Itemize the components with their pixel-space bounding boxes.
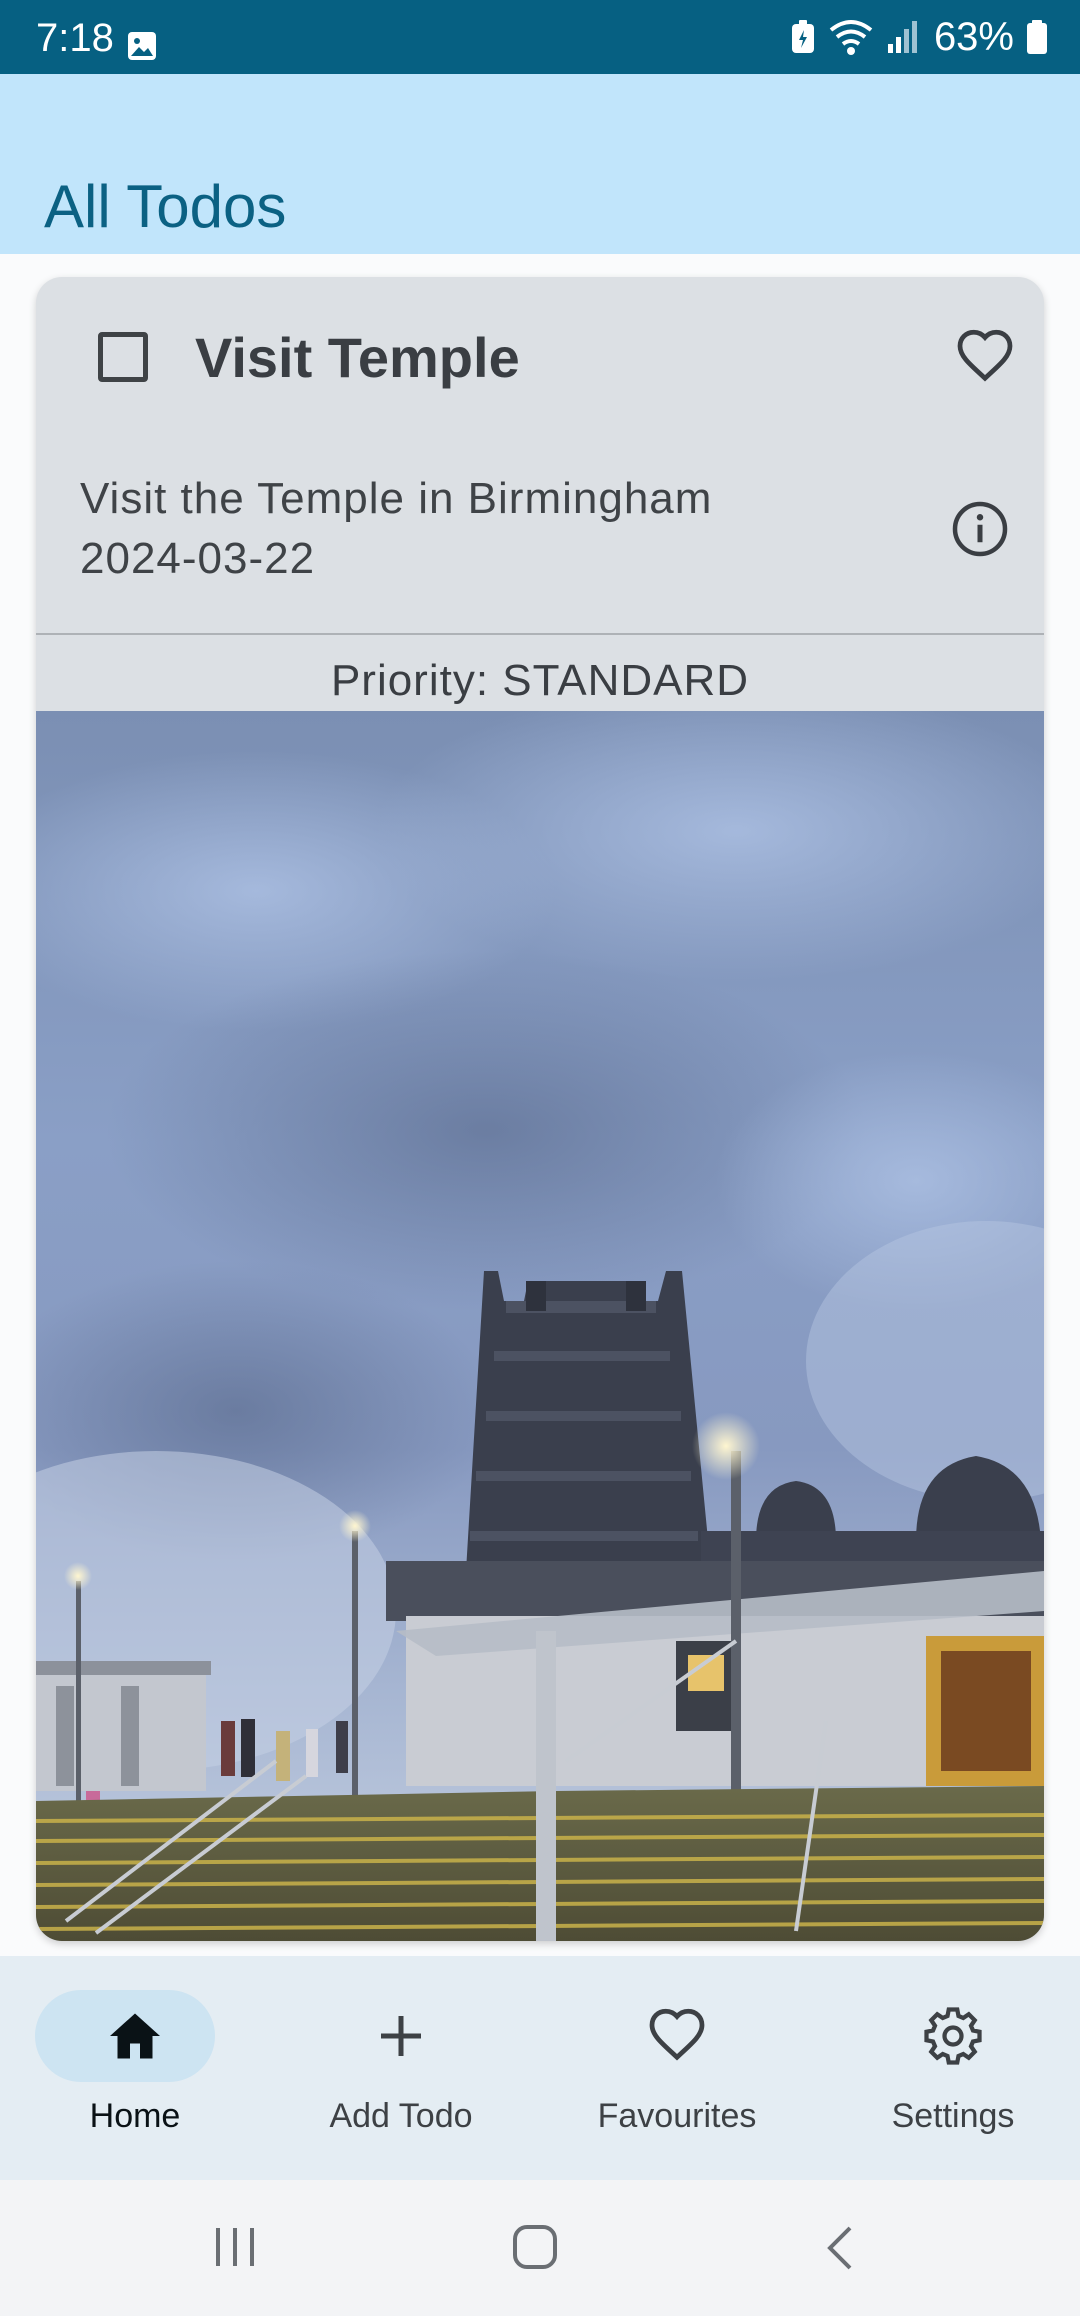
card-divider xyxy=(36,633,1044,635)
todo-checkbox[interactable] xyxy=(98,332,148,382)
nav-favourites[interactable]: Favourites xyxy=(542,1956,812,2180)
app-bar: All Todos xyxy=(0,74,1080,254)
gear-icon xyxy=(924,2007,982,2065)
status-bar: 7:18 63% xyxy=(0,0,1080,74)
battery-percent: 63% xyxy=(933,15,1014,59)
page-title: All Todos xyxy=(44,173,287,241)
info-icon[interactable] xyxy=(950,499,1010,559)
temple-photo xyxy=(36,711,1044,1941)
back-icon[interactable] xyxy=(820,2224,860,2272)
nav-settings-label: Settings xyxy=(891,2097,1015,2135)
status-icons: 63% xyxy=(790,14,1048,60)
plus-icon xyxy=(381,2016,421,2056)
nav-home-label: Home xyxy=(89,2097,181,2135)
gallery-icon xyxy=(128,32,156,60)
heart-icon xyxy=(649,2008,705,2061)
wifi-icon xyxy=(829,20,873,55)
todo-card[interactable]: Visit Temple Visit the Temple in Birming… xyxy=(36,277,1044,1941)
todo-date: 2024-03-22 xyxy=(80,534,316,583)
status-time: 7:18 xyxy=(36,16,114,60)
bottom-navigation: Home Add Todo Favourites Settings xyxy=(0,1956,1080,2180)
battery-saver-icon xyxy=(791,20,814,53)
home-icon xyxy=(110,2013,160,2059)
nav-add-todo[interactable]: Add Todo xyxy=(266,1956,536,2180)
battery-icon xyxy=(1027,20,1047,54)
nav-settings[interactable]: Settings xyxy=(818,1956,1080,2180)
nav-add-todo-label: Add Todo xyxy=(329,2097,473,2135)
recents-icon[interactable] xyxy=(212,2224,258,2270)
todo-title: Visit Temple xyxy=(195,326,520,389)
nav-home[interactable]: Home xyxy=(0,1956,270,2180)
todo-description-block: Visit the Temple in Birmingham 2024-03-2… xyxy=(80,469,712,589)
signal-icon xyxy=(887,21,917,53)
todo-priority: Priority: STANDARD xyxy=(330,656,750,705)
system-navigation-bar xyxy=(0,2180,1080,2316)
favourite-heart-icon[interactable] xyxy=(954,327,1016,387)
home-circle-icon[interactable] xyxy=(512,2224,558,2270)
todo-description: Visit the Temple in Birmingham xyxy=(80,474,713,523)
nav-favourites-label: Favourites xyxy=(597,2097,757,2135)
